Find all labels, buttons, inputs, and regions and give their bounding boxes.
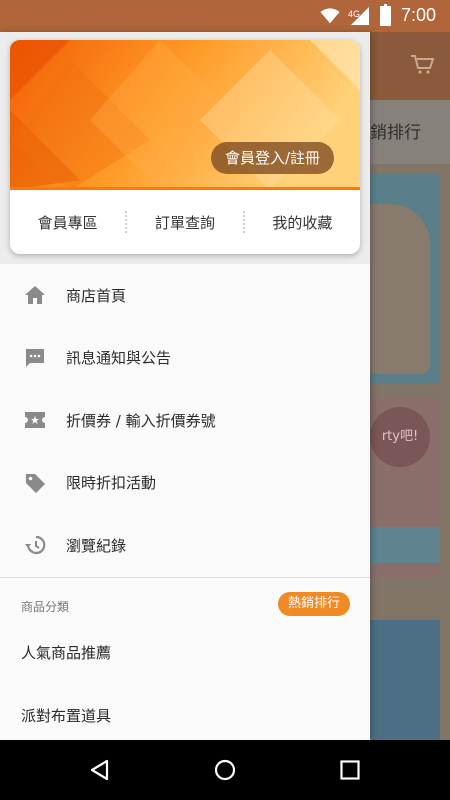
- bg-banner-party: rty吧!: [370, 397, 440, 577]
- status-time: 7:00: [400, 5, 436, 25]
- menu-divider: [0, 577, 370, 578]
- menu-item-history[interactable]: 瀏覽紀錄: [0, 514, 370, 577]
- home-icon: [23, 283, 47, 307]
- network-type: 4G: [347, 9, 360, 19]
- member-area-link[interactable]: 會員專區: [10, 212, 125, 233]
- recents-icon[interactable]: [338, 758, 362, 782]
- bg-dots: [370, 527, 440, 563]
- hot-sales-badge[interactable]: 熱銷排行: [277, 592, 350, 616]
- history-icon: [23, 533, 47, 557]
- navigation-drawer: 會員登入/註冊 會員專區 訂單查詢 我的收藏 商店首頁 訊息通知與公告 折價券 …: [0, 32, 370, 740]
- wifi-icon: [320, 7, 340, 23]
- bg-banner-blue: [370, 620, 440, 740]
- menu-item-store-home[interactable]: 商店首頁: [0, 264, 370, 327]
- menu-item-flash-sale[interactable]: 限時折扣活動: [0, 452, 370, 515]
- message-icon: [23, 346, 47, 370]
- bg-toolbar: [370, 32, 450, 100]
- category-item-popular[interactable]: 人氣商品推薦: [21, 642, 111, 663]
- battery-icon: [379, 3, 391, 26]
- member-card: 會員登入/註冊 會員專區 訂單查詢 我的收藏: [10, 40, 360, 254]
- bg-banner-baby: [370, 174, 440, 384]
- bg-tab-label: 銷排行: [370, 123, 421, 143]
- menu-label: 折價券 / 輸入折價券號: [66, 411, 216, 430]
- party-text: rty吧!: [370, 407, 430, 467]
- member-links: 會員專區 訂單查詢 我的收藏: [10, 190, 360, 254]
- category-header: 商品分類 熱銷排行: [0, 592, 370, 620]
- drawer-header: 會員登入/註冊 會員專區 訂單查詢 我的收藏: [0, 32, 370, 264]
- drawer-menu: 商店首頁 訊息通知與公告 折價券 / 輸入折價券號 限時折扣活動 瀏覽紀錄: [0, 264, 370, 577]
- home-button-icon[interactable]: [213, 758, 237, 782]
- status-bar: 4G 7:00: [0, 0, 450, 32]
- back-icon[interactable]: [88, 758, 112, 782]
- bg-tab-bar: 銷排行: [370, 100, 450, 164]
- login-register-button[interactable]: 會員登入/註冊: [210, 142, 334, 174]
- baby-image: [370, 204, 430, 374]
- category-item-party-decor[interactable]: 派對布置道具: [21, 705, 111, 726]
- menu-item-coupons[interactable]: 折價券 / 輸入折價券號: [0, 389, 370, 452]
- order-query-link[interactable]: 訂單查詢: [127, 212, 242, 233]
- favorites-link[interactable]: 我的收藏: [245, 212, 360, 233]
- menu-label: 訊息通知與公告: [66, 349, 172, 368]
- menu-label: 瀏覽紀錄: [66, 536, 127, 555]
- cart-icon: [411, 55, 434, 74]
- coupon-icon: [23, 408, 47, 432]
- menu-item-notifications[interactable]: 訊息通知與公告: [0, 327, 370, 390]
- menu-label: 商店首頁: [66, 286, 127, 305]
- category-title: 商品分類: [21, 600, 70, 614]
- menu-label: 限時折扣活動: [66, 474, 157, 493]
- system-nav-bar: [0, 740, 450, 800]
- tag-icon: [23, 471, 47, 495]
